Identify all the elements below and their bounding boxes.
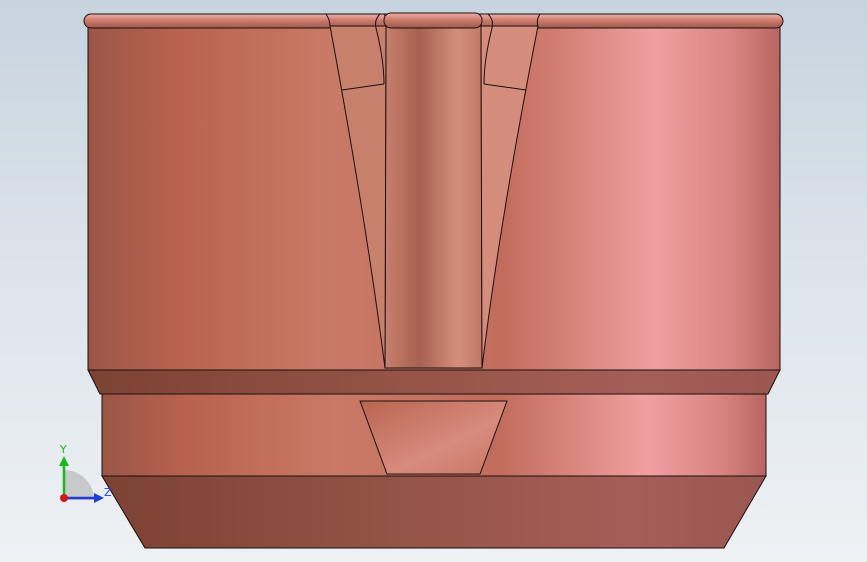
base-chamfer[interactable] [101,475,767,549]
z-axis-label: Z [104,486,112,499]
y-axis-arrow [59,456,69,466]
triad-shading [64,470,94,500]
y-axis-label: Y [59,443,67,456]
graphics-viewport[interactable]: Y Z [0,0,867,562]
rim-bump-center [383,12,483,29]
x-axis-dot [60,494,68,502]
model-view[interactable]: Y Z [0,0,867,562]
z-axis-arrow [94,493,104,503]
center-channel[interactable] [384,25,483,369]
shoulder-chamfer[interactable] [87,369,781,395]
